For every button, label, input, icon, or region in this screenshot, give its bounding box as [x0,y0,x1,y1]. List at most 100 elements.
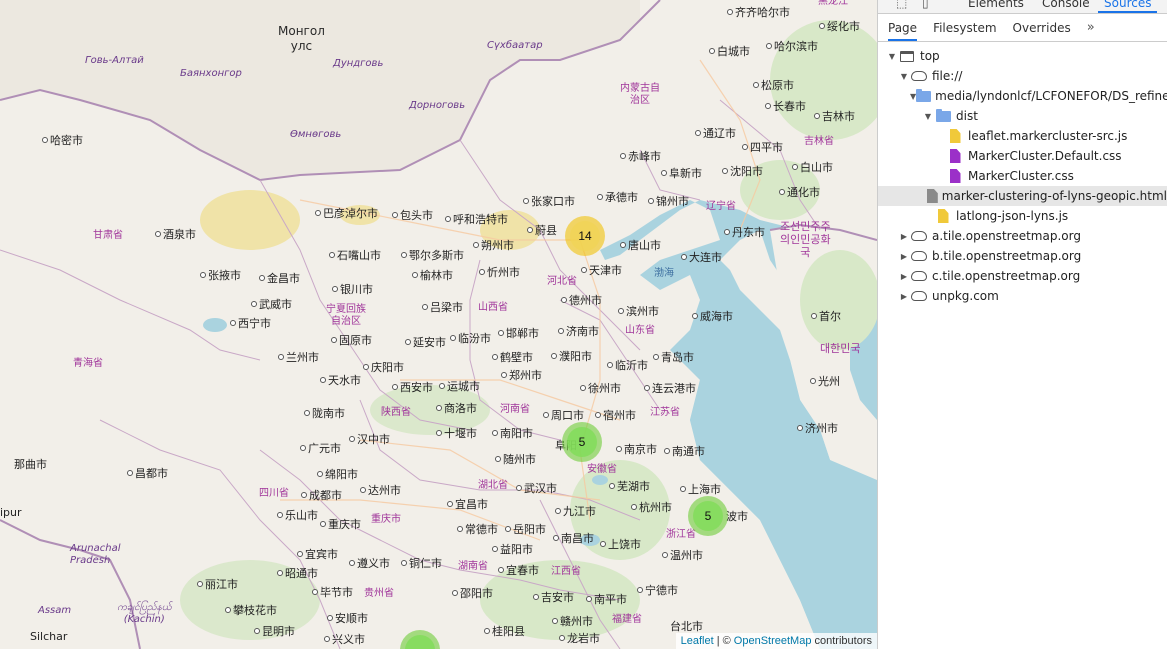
inspect-icon[interactable]: ⬚ [896,0,907,10]
city-label: 宿州市 [595,410,636,422]
city-label: 西安市 [392,382,433,394]
city-label: 首尔 [811,311,841,323]
tree-item-label: MarkerCluster.Default.css [968,149,1122,163]
province-label: 吉林省 [804,136,834,147]
city-label: 德州市 [561,295,602,307]
tree-item[interactable]: ▶ a.tile.openstreetmap.org [878,226,1167,246]
city-label: 铜仁市 [401,558,442,570]
city-label: ipur [0,506,22,519]
province-label: 黑龙江 [818,0,848,7]
city-label: 宜春市 [498,565,539,577]
city-label: Silchar [30,630,68,643]
leaflet-link[interactable]: Leaflet [681,635,714,647]
city-label: 唐山市 [620,240,661,252]
expand-arrow-icon[interactable]: ▼ [886,52,898,61]
city-label: 齐齐哈尔市 [727,7,790,19]
tree-item[interactable]: ▼ top [878,46,1167,66]
collapse-arrow-icon[interactable]: ▶ [898,232,910,241]
subtab-overrides[interactable]: Overrides [1013,21,1071,35]
tree-item[interactable]: latlong-json-lyns.js [878,206,1167,226]
devtools-panel: ⬚ ▯ Elements Console Sources Page Filesy… [877,0,1167,649]
city-label: 济南市 [558,326,599,338]
tree-item[interactable]: ▼ dist [878,106,1167,126]
collapse-arrow-icon[interactable]: ▶ [898,292,910,301]
tree-item[interactable]: ▶ unpkg.com [878,286,1167,306]
tree-item[interactable]: ▶ b.tile.openstreetmap.org [878,246,1167,266]
devtools-toolbar: ⬚ ▯ Elements Console Sources [878,0,1167,14]
cluster-count: 14 [570,221,600,251]
tree-item-label: top [920,49,940,63]
city-label: 毕节市 [312,587,353,599]
tree-item[interactable]: leaflet.markercluster-src.js [878,126,1167,146]
city-label: 丽江市 [197,579,238,591]
expand-arrow-icon[interactable]: ▼ [922,112,934,121]
tree-item[interactable]: MarkerCluster.css [878,166,1167,186]
cluster-count [405,635,435,649]
city-label: 鹤壁市 [492,352,533,364]
map-view[interactable]: Монгол улс 조선민주주 의인민공화 국 대한민국 Говь-Алтай… [0,0,877,649]
tree-item-label: MarkerCluster.css [968,169,1074,183]
city-label: 宜昌市 [447,499,488,511]
city-label: 丹东市 [724,227,765,239]
city-label: 成都市 [301,490,342,502]
tree-item-label: latlong-json-lyns.js [956,209,1069,223]
cloud-icon [910,69,928,83]
city-label: 光州 [810,376,840,388]
city-label: 庆阳市 [363,362,404,374]
tree-item-label: a.tile.openstreetmap.org [932,229,1081,243]
tree-item[interactable]: MarkerCluster.Default.css [878,146,1167,166]
tree-item[interactable]: ▼ file:// [878,66,1167,86]
province-label: 安徽省 [587,464,617,475]
city-label: 陇南市 [304,408,345,420]
region-label: Сүхбаатар [487,40,543,51]
city-label: 昭通市 [277,568,318,580]
marker-cluster[interactable]: 5 [688,496,728,536]
device-toolbar-icon[interactable]: ▯ [922,0,929,10]
city-label: 承德市 [597,192,638,204]
js-file-icon [934,209,952,223]
tree-item[interactable]: ▶ c.tile.openstreetmap.org [878,266,1167,286]
subtab-filesystem[interactable]: Filesystem [933,21,996,35]
tree-item[interactable]: ▼ media/lyndonlcf/LCFONEFOR/DS_refine/ [878,86,1167,106]
city-label: 宁德市 [637,585,678,597]
province-label: 内蒙古自 治区 [620,83,660,106]
tree-item[interactable]: marker-clustering-of-lyns-geopic.html [878,186,1167,206]
map-basemap [0,0,877,649]
subtab-page[interactable]: Page [888,21,918,41]
marker-cluster[interactable]: 14 [565,216,605,256]
more-tabs-icon[interactable]: » [1087,20,1095,35]
collapse-arrow-icon[interactable]: ▶ [898,252,910,261]
city-label: 随州市 [495,454,536,466]
cloud-icon [910,229,928,243]
region-label: Говь-Алтай [85,55,144,66]
city-label: 滨州市 [618,306,659,318]
city-label: 赤峰市 [620,151,661,163]
region-label: Arunachal Pradesh [70,543,121,566]
tab-console[interactable]: Console [1042,0,1090,10]
city-label: 南京市 [616,444,657,456]
city-label: 波市 [726,510,748,523]
province-label: 宁夏回族 自治区 [326,304,366,327]
folder-icon [934,108,952,123]
city-label: 益阳市 [492,544,533,556]
tab-elements[interactable]: Elements [968,0,1024,10]
country-label-mongolia: Монгол улс [278,24,325,53]
expand-arrow-icon[interactable]: ▼ [898,72,910,81]
file-tree: ▼ top ▼ file://▼ media/lyndonlcf/LCFONEFOR/D… [878,42,1167,306]
folder-icon [916,88,932,103]
city-label: 南通市 [664,446,705,458]
city-label: 西宁市 [230,318,271,330]
city-label: 桂阳县 [484,626,525,638]
html-file-icon [926,189,938,203]
city-label: 吉林市 [814,111,855,123]
city-label: 通化市 [779,187,820,199]
city-label: 兴义市 [324,634,365,646]
marker-cluster[interactable]: 5 [562,422,602,462]
city-label: 昌都市 [127,468,168,480]
openstreetmap-link[interactable]: OpenStreetMap [734,635,812,647]
collapse-arrow-icon[interactable]: ▶ [898,272,910,281]
city-label: 大连市 [681,252,722,264]
tab-sources[interactable]: Sources [1098,0,1158,13]
city-label: 威海市 [692,311,733,323]
city-label: 酒泉市 [155,229,196,241]
